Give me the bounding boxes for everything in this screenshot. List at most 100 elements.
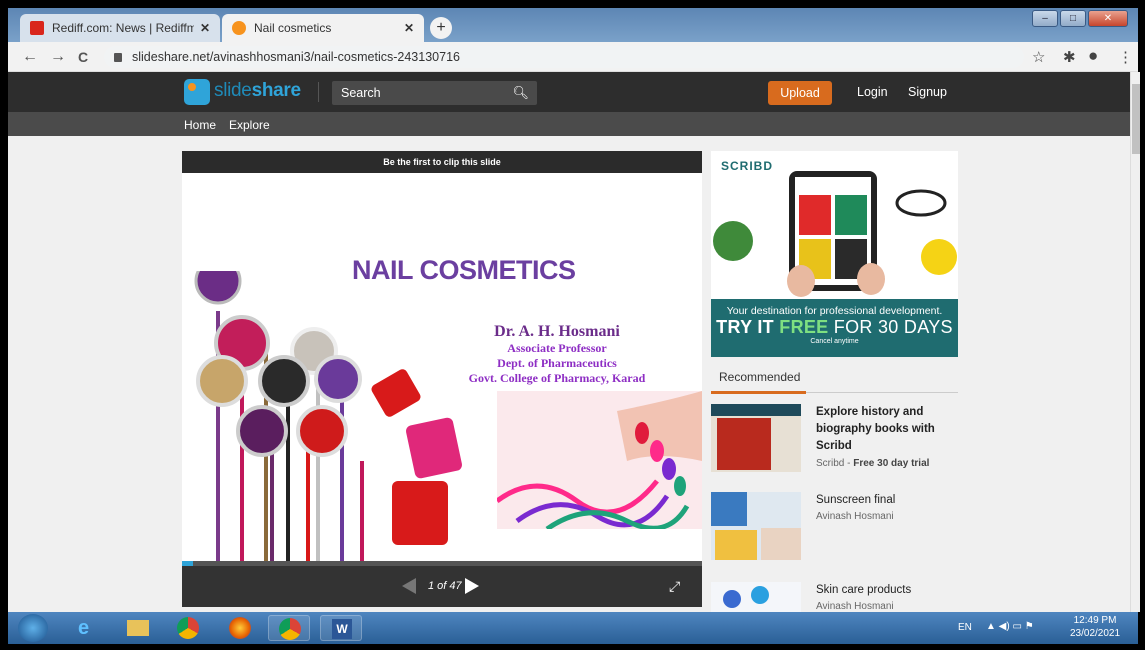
recommended-title[interactable]: Sunscreen final <box>816 492 956 509</box>
polish-cap-black <box>258 355 310 407</box>
browser-toolbar: ← → C slideshare.net/avinashhosmani3/nai… <box>8 42 1138 72</box>
recommended-divider <box>711 391 958 394</box>
slideshare-logo[interactable]: slideshare <box>214 80 301 102</box>
rediff-icon <box>30 21 44 35</box>
clock-time: 12:49 PM <box>1073 615 1117 626</box>
search-input[interactable]: Search 🔍︎ <box>332 81 537 105</box>
page-scrollbar[interactable] <box>1130 72 1140 612</box>
recommended-item[interactable]: Sunscreen final Avinash Hosmani <box>711 492 958 562</box>
recommended-heading: Recommended <box>719 370 801 384</box>
tray-icons[interactable]: ▲ ◀) ▭ ⚑ <box>986 621 1034 632</box>
minimize-button[interactable]: – <box>1032 10 1058 27</box>
recommended-subtitle: Scribd - Free 30 day trial <box>816 458 930 469</box>
page-content: slideshare Search 🔍︎ Upload Login Signup… <box>8 72 1130 612</box>
maximize-button[interactable]: □ <box>1060 10 1086 27</box>
profile-icon[interactable]: ● <box>1088 46 1098 66</box>
recommended-thumbnail <box>711 582 801 612</box>
slide-author-block: Dr. A. H. Hosmani Associate Professor De… <box>452 323 662 386</box>
reload-button[interactable]: C <box>78 49 88 65</box>
chrome-active-icon[interactable] <box>268 615 310 641</box>
polish-bottle-red-tilted <box>371 369 421 417</box>
slideshare-header: slideshare Search 🔍︎ Upload Login Signup <box>8 72 1130 112</box>
polish-cap-violet <box>314 355 362 403</box>
tab-nail-cosmetics[interactable]: Nail cosmetics ✕ <box>222 14 424 42</box>
windows-taskbar: e W EN ▲ ◀) ▭ ⚑ 12:49 PM 23/02/2021 <box>8 612 1138 644</box>
signup-link[interactable]: Signup <box>908 85 947 99</box>
painted-nails-photo <box>497 391 702 529</box>
login-link[interactable]: Login <box>857 85 888 99</box>
slide-viewer: Be the first to clip this slide NAIL COS… <box>182 151 702 607</box>
bookmark-star-icon[interactable]: ☆ <box>1032 48 1045 66</box>
polish-cap-purple <box>194 271 242 305</box>
search-placeholder: Search <box>341 86 381 100</box>
language-indicator[interactable]: EN <box>958 622 972 633</box>
recommended-subtitle: Avinash Hosmani <box>816 601 894 612</box>
recommended-thumbnail <box>711 404 801 472</box>
slide-author-name: Dr. A. H. Hosmani <box>494 323 620 340</box>
nail-polish-illustration <box>194 271 462 561</box>
recommended-title[interactable]: Skin care products <box>816 582 956 599</box>
previous-slide-icon[interactable] <box>402 578 416 594</box>
ad-cta-free: FREE <box>779 317 829 337</box>
slide-author-line: Dept. of Pharmaceutics <box>497 356 617 370</box>
internet-explorer-icon[interactable]: e <box>66 615 108 641</box>
clip-bar[interactable]: Be the first to clip this slide <box>182 151 702 173</box>
recommended-subtitle: Avinash Hosmani <box>816 511 894 522</box>
tab-title: Nail cosmetics <box>254 21 332 35</box>
tab-rediff[interactable]: Rediff.com: News | Rediffmail | St ✕ <box>20 14 220 42</box>
recommended-thumbnail <box>711 492 801 560</box>
slide-title: NAIL COSMETICS <box>352 255 576 285</box>
slideshare-icon <box>232 21 246 35</box>
divider <box>318 82 319 102</box>
back-button[interactable]: ← <box>22 48 38 66</box>
polish-bottle-red <box>392 481 448 545</box>
address-bar[interactable]: slideshare.net/avinashhosmani3/nail-cosm… <box>104 46 1024 68</box>
close-window-button[interactable]: ✕ <box>1088 10 1128 27</box>
recommended-item[interactable]: Skin care products Avinash Hosmani <box>711 582 958 612</box>
tablet-illustration <box>713 171 957 297</box>
close-tab-icon[interactable]: ✕ <box>200 21 210 35</box>
forward-button[interactable]: → <box>50 48 66 66</box>
url-text: slideshare.net/avinashhosmani3/nail-cosm… <box>132 50 460 64</box>
lock-icon <box>114 53 122 62</box>
nav-home[interactable]: Home <box>184 118 216 132</box>
next-slide-icon[interactable] <box>465 578 479 594</box>
polish-cap-plum <box>236 405 288 457</box>
upload-button[interactable]: Upload <box>768 81 832 105</box>
menu-icon[interactable]: ⋮ <box>1118 48 1133 66</box>
search-icon[interactable]: 🔍︎ <box>512 81 529 105</box>
chrome-icon[interactable] <box>166 615 208 641</box>
tab-title: Rediff.com: News | Rediffmail | St <box>52 21 194 35</box>
start-button[interactable] <box>18 614 48 642</box>
system-clock[interactable]: 12:49 PM 23/02/2021 <box>1070 614 1120 640</box>
word-icon[interactable]: W <box>320 615 362 641</box>
fullscreen-icon[interactable]: ⤢ <box>669 578 680 595</box>
new-tab-button[interactable]: + <box>430 17 452 39</box>
slide-controls: 1 of 47 ⤢ <box>182 566 702 607</box>
ad-cta-pre: TRY IT <box>716 317 780 337</box>
slideshare-subnav <box>8 112 1130 136</box>
browser-titlebar: Rediff.com: News | Rediffmail | St ✕ Nai… <box>8 8 1138 42</box>
slideshare-logo-icon[interactable] <box>184 79 210 105</box>
clock-date: 23/02/2021 <box>1070 628 1121 639</box>
ad-cancel-note: Cancel anytime <box>810 338 859 345</box>
slide-author-line: Associate Professor <box>507 341 607 355</box>
ad-cta-post: FOR 30 DAYS <box>828 317 953 337</box>
polish-bottle-pink <box>406 417 462 479</box>
recommended-item[interactable]: Explore history and biography books with… <box>711 404 958 474</box>
recommended-title[interactable]: Explore history and biography books with… <box>816 404 956 455</box>
file-explorer-icon[interactable] <box>116 615 158 641</box>
ad-cta-banner: Your destination for professional develo… <box>711 299 958 357</box>
polish-cap-gold <box>196 355 248 407</box>
nav-explore[interactable]: Explore <box>229 118 270 132</box>
firefox-icon[interactable] <box>218 615 260 641</box>
polish-cap-red <box>296 405 348 457</box>
slide-author-line: Govt. College of Pharmacy, Karad <box>468 371 646 385</box>
scrollbar-thumb[interactable] <box>1132 84 1140 154</box>
ad-description: Your destination for professional develo… <box>726 305 943 317</box>
page-indicator: 1 of 47 <box>428 580 462 592</box>
close-tab-icon[interactable]: ✕ <box>404 21 414 35</box>
window-controls: – □ ✕ <box>1032 10 1128 27</box>
scribd-ad[interactable]: SCRIBD Your destination for professional… <box>711 151 958 357</box>
extensions-icon[interactable]: ✱ <box>1063 48 1076 66</box>
